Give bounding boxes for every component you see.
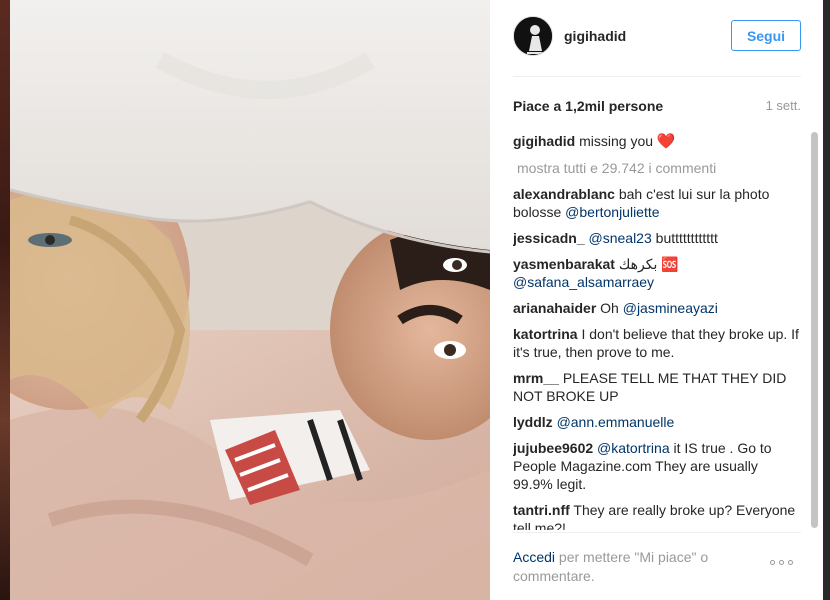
comment-item: lyddlz @ann.emmanuelle bbox=[513, 413, 799, 431]
comment-item: katortrina I don't believe that they bro… bbox=[513, 325, 799, 361]
comment-item: yasmenbarakat بكرهك 🆘 @safana_alsamarrae… bbox=[513, 255, 799, 291]
dot bbox=[779, 560, 784, 565]
comment-item: arianahaider Oh @jasmineayazi bbox=[513, 299, 799, 317]
post-username[interactable]: gigihadid bbox=[564, 28, 626, 44]
heart-emoji: ❤️ bbox=[656, 133, 676, 150]
load-more-comments[interactable]: mostra tutti e 29.742 i commenti bbox=[517, 159, 799, 177]
post-side-panel: gigihadid Segui Piace a 1,2mil persone 1… bbox=[490, 0, 823, 600]
comment-item: tantri.nff They are really broke up? Eve… bbox=[513, 501, 799, 530]
backdrop-left bbox=[0, 0, 10, 600]
comments-scrollbar[interactable] bbox=[811, 128, 819, 532]
comment-mention-link[interactable]: @safana_alsamarraey bbox=[513, 274, 654, 290]
login-link[interactable]: Accedi bbox=[513, 549, 555, 565]
comment-username[interactable]: katortrina bbox=[513, 326, 578, 342]
comment-mention-link[interactable]: @jasmineayazi bbox=[623, 300, 718, 316]
avatar-image bbox=[514, 17, 552, 55]
comment-text-after: butttttttttttt bbox=[651, 230, 718, 246]
post-footer: Accedi per mettere "Mi piace" o commenta… bbox=[513, 548, 801, 588]
comment-username[interactable]: jessicadn_ bbox=[513, 230, 585, 246]
comment-mention-link[interactable]: @bertonjuliette bbox=[565, 204, 659, 220]
comment-username[interactable]: lyddlz bbox=[513, 414, 553, 430]
backdrop-right bbox=[823, 0, 830, 600]
comment-username[interactable]: jujubee9602 bbox=[513, 440, 593, 456]
scrollbar-thumb[interactable] bbox=[811, 132, 818, 528]
comment-mention-link[interactable]: @ann.emmanuelle bbox=[557, 414, 675, 430]
comment-text: بكرهك 🆘 bbox=[618, 256, 679, 272]
caption-username[interactable]: gigihadid bbox=[513, 133, 575, 149]
comment-item: alexandrablanc bah c'est lui sur la phot… bbox=[513, 185, 799, 221]
comment-item: mrm__ PLEASE TELL ME THAT THEY DID NOT B… bbox=[513, 369, 799, 405]
comment-mention-link[interactable]: @katortrina bbox=[597, 440, 670, 456]
comment-username[interactable]: tantri.nff bbox=[513, 502, 570, 518]
comment-username[interactable]: arianahaider bbox=[513, 300, 596, 316]
profile-avatar[interactable] bbox=[513, 16, 553, 56]
comment-username[interactable]: mrm__ bbox=[513, 370, 559, 386]
comment-item: jujubee9602 @katortrina it IS true . Go … bbox=[513, 439, 799, 493]
likes-count[interactable]: Piace a 1,2mil persone bbox=[513, 98, 663, 114]
login-prompt: Accedi per mettere "Mi piace" o commenta… bbox=[513, 548, 743, 586]
caption: gigihadid missing you ❤️ bbox=[513, 132, 799, 151]
dot bbox=[770, 560, 775, 565]
comment-username[interactable]: yasmenbarakat bbox=[513, 256, 615, 272]
comment-text: Oh bbox=[600, 300, 623, 316]
comment-username[interactable]: alexandrablanc bbox=[513, 186, 615, 202]
caption-text: missing you bbox=[579, 133, 654, 149]
follow-button[interactable]: Segui bbox=[731, 20, 801, 51]
comments-list: gigihadid missing you ❤️ mostra tutti e … bbox=[513, 132, 799, 530]
header-divider bbox=[513, 76, 801, 77]
footer-divider bbox=[513, 532, 801, 533]
likes-row: Piace a 1,2mil persone 1 sett. bbox=[513, 98, 801, 118]
post-header: gigihadid Segui bbox=[513, 16, 801, 60]
more-options-icon[interactable] bbox=[770, 560, 793, 565]
comment-item: jessicadn_ @sneal23 butttttttttttt bbox=[513, 229, 799, 247]
post-photo[interactable] bbox=[10, 0, 490, 600]
dot bbox=[788, 560, 793, 565]
post-photo-image bbox=[10, 0, 490, 600]
post-time[interactable]: 1 sett. bbox=[766, 98, 801, 113]
comment-mention-link[interactable]: @sneal23 bbox=[589, 230, 652, 246]
